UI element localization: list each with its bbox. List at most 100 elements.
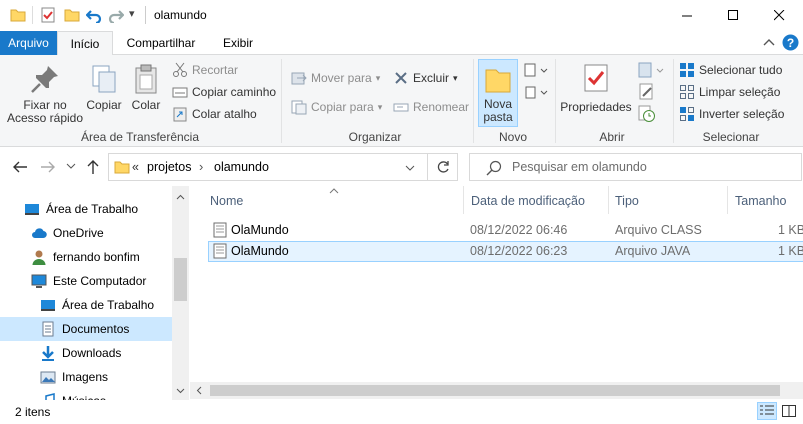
paste-shortcut-button[interactable]: Colar atalho xyxy=(172,103,257,125)
search-box[interactable]: Pesquisar em olamundo xyxy=(469,153,802,181)
delete-button[interactable]: Excluir ▾ xyxy=(393,67,458,89)
column-header-size[interactable]: Tamanho xyxy=(735,194,786,208)
up-arrow-icon[interactable] xyxy=(86,159,100,175)
new-item-icon[interactable] xyxy=(524,63,548,79)
forward-arrow-icon[interactable] xyxy=(40,160,56,174)
delete-x-icon xyxy=(395,72,407,84)
scissors-icon xyxy=(173,62,187,77)
rename-button[interactable]: Renomear xyxy=(393,96,469,118)
copy-to-icon xyxy=(291,100,307,115)
select-group-label: Selecionar xyxy=(702,130,760,144)
nav-item-desktop[interactable]: Área de Trabalho xyxy=(40,293,172,317)
tab-view[interactable]: Exibir xyxy=(214,31,262,55)
collapse-ribbon-icon[interactable] xyxy=(763,37,775,47)
minimize-button[interactable] xyxy=(665,0,711,31)
new-folder-qat-icon[interactable] xyxy=(64,7,80,23)
navpane-scroll-thumb[interactable] xyxy=(174,258,187,301)
breadcrumb-projetos[interactable]: projetos xyxy=(147,160,191,174)
close-icon xyxy=(774,9,785,20)
nav-item-desktop-quick[interactable]: Área de Trabalho xyxy=(24,197,172,221)
breadcrumb-olamundo[interactable]: olamundo xyxy=(214,160,269,174)
copy-to-button[interactable]: Copiar para ▾ xyxy=(291,96,382,118)
search-input[interactable]: Pesquisar em olamundo xyxy=(512,160,647,174)
new-folder-label-line2: pasta xyxy=(483,110,513,124)
tab-share[interactable]: Compartilhar xyxy=(118,31,204,55)
scroll-left-icon[interactable] xyxy=(196,386,202,395)
cut-button[interactable]: Recortar xyxy=(172,59,238,81)
navpane-scrollbar[interactable] xyxy=(172,186,189,400)
open-group-label: Abrir xyxy=(599,130,625,144)
open-icon[interactable] xyxy=(638,61,664,79)
select-all-button[interactable]: Selecionar tudo xyxy=(679,59,782,81)
nav-item-this-pc[interactable]: Este Computador xyxy=(31,269,172,293)
file-name: OlaMundo xyxy=(231,244,289,258)
nav-item-label: OneDrive xyxy=(53,226,104,240)
help-icon[interactable]: ? xyxy=(782,34,799,51)
maximize-icon xyxy=(728,9,738,20)
easy-access-icon[interactable] xyxy=(524,85,548,101)
desktop-icon xyxy=(25,204,39,215)
svg-text:?: ? xyxy=(787,36,794,50)
computer-icon xyxy=(31,274,47,288)
select-none-button[interactable]: Limpar seleção xyxy=(679,81,780,103)
breadcrumb-overflow[interactable]: « xyxy=(132,160,139,174)
address-dropdown-chevron-icon[interactable] xyxy=(405,164,415,172)
undo-icon[interactable] xyxy=(86,7,102,23)
properties-qat-icon[interactable] xyxy=(40,7,56,23)
column-separator[interactable] xyxy=(463,186,464,214)
nav-item-pictures[interactable]: Imagens xyxy=(40,365,172,389)
nav-item-user[interactable]: fernando bonfim xyxy=(31,245,172,269)
file-size: 1 KB xyxy=(778,244,803,258)
close-button[interactable] xyxy=(757,0,803,31)
file-type: Arquivo JAVA xyxy=(615,244,691,258)
file-row-java[interactable]: OlaMundo 08/12/2022 06:23 Arquivo JAVA 1… xyxy=(208,241,803,262)
copy-path-icon xyxy=(172,87,188,98)
recent-locations-chevron-icon[interactable] xyxy=(66,162,76,170)
music-icon xyxy=(45,393,55,400)
paste-button[interactable]: Colar xyxy=(128,63,164,112)
history-icon[interactable] xyxy=(638,105,656,123)
properties-button[interactable]: Propriedades xyxy=(560,63,632,114)
address-bar[interactable]: « projetos › olamundo xyxy=(108,153,428,181)
large-icons-view-button[interactable] xyxy=(779,402,799,420)
qat-customize-dropdown[interactable]: ▾ xyxy=(129,7,135,20)
nav-item-documents[interactable]: Documentos xyxy=(0,317,172,341)
edit-icon[interactable] xyxy=(638,83,656,101)
column-separator[interactable] xyxy=(608,186,609,214)
column-separator[interactable] xyxy=(727,186,728,214)
copy-path-button[interactable]: Copiar caminho xyxy=(172,81,276,103)
file-row-class[interactable]: OlaMundo 08/12/2022 06:46 Arquivo CLASS … xyxy=(208,220,803,241)
scroll-up-icon[interactable] xyxy=(176,194,185,200)
scroll-down-icon[interactable] xyxy=(176,388,185,394)
properties-label: Propriedades xyxy=(560,100,632,114)
new-folder-button[interactable]: Nova pasta xyxy=(478,59,518,127)
filelist-scroll-thumb[interactable] xyxy=(210,385,780,396)
pin-quick-access-button[interactable]: Fixar no Acesso rápido xyxy=(4,63,86,125)
move-to-button[interactable]: Mover para ▾ xyxy=(291,67,380,89)
breadcrumb-separator[interactable]: › xyxy=(199,159,203,174)
copy-to-label: Copiar para xyxy=(311,100,374,114)
invert-selection-button[interactable]: Inverter seleção xyxy=(679,103,784,125)
refresh-button[interactable] xyxy=(428,153,458,181)
back-arrow-icon[interactable] xyxy=(12,160,28,174)
column-header-name[interactable]: Nome xyxy=(210,194,243,208)
nav-item-downloads[interactable]: Downloads xyxy=(40,341,172,365)
tab-file[interactable]: Arquivo xyxy=(0,31,57,55)
column-header-modified[interactable]: Data de modificação xyxy=(471,194,585,208)
select-all-label: Selecionar tudo xyxy=(699,63,783,77)
new-folder-icon xyxy=(485,69,511,93)
select-all-icon xyxy=(680,63,694,77)
redo-icon[interactable] xyxy=(108,7,124,23)
documents-icon xyxy=(42,321,54,337)
maximize-button[interactable] xyxy=(711,0,757,31)
details-view-button[interactable] xyxy=(757,402,777,420)
tab-home[interactable]: Início xyxy=(57,31,113,56)
nav-item-onedrive[interactable]: OneDrive xyxy=(31,221,172,245)
copy-button[interactable]: Copiar xyxy=(86,63,122,112)
filelist-horizontal-scrollbar[interactable] xyxy=(190,382,803,399)
navigation-pane: Área de Trabalho OneDrive fernando bonfi… xyxy=(0,186,190,400)
select-none-icon xyxy=(680,85,694,99)
column-header-type[interactable]: Tipo xyxy=(615,194,639,208)
nav-item-music[interactable]: Músicas xyxy=(40,389,172,400)
group-separator xyxy=(555,59,556,143)
